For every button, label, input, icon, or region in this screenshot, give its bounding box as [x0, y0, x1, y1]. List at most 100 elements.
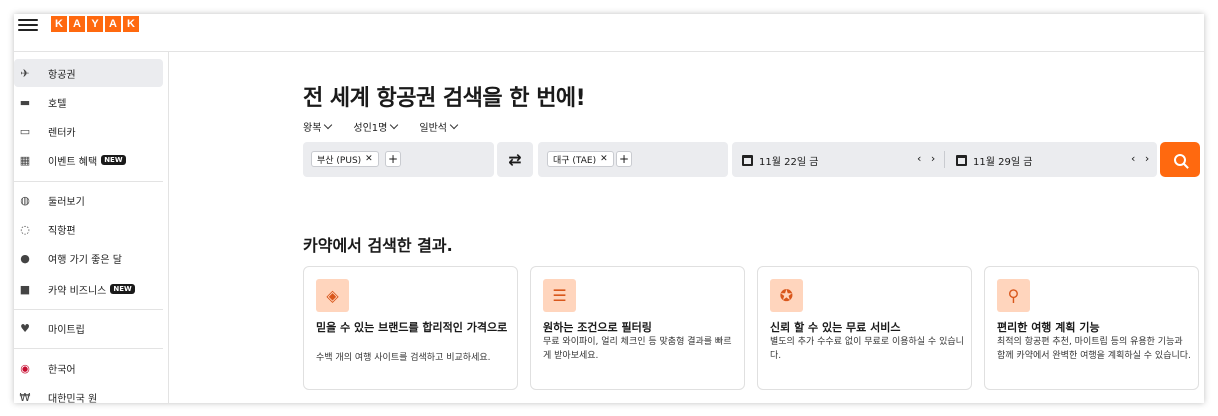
main-content: 전 세계 항공권 검색을 한 번에! 왕복 성인1명 일반석 부산 (PUS) …	[169, 52, 1204, 403]
feature-card: ✪ 신뢰 할 수 있는 무료 서비스 별도의 추가 수수료 없이 무료로 이용하…	[757, 266, 972, 390]
new-badge: NEW	[101, 155, 126, 165]
close-icon[interactable]: ✕	[365, 154, 373, 164]
card-title: 믿을 수 있는 브랜드를 합리적인 가격으로	[316, 321, 508, 334]
sidebar: ✈ 항공권 ▬ 호텔 ▭ 렌터카 ▦ 이벤트 혜택 NEW ◍ 둘러보기 ◌ 직…	[14, 52, 169, 403]
top-bar: K A Y A K	[14, 14, 1204, 52]
page-title: 전 세계 항공권 검색을 한 번에!	[303, 86, 586, 111]
date-field[interactable]: 11월 22일 금 ‹ › 11월 29일 금 ‹ ›	[732, 142, 1157, 177]
destination-chip-label: 대구 (TAE)	[553, 155, 597, 166]
logo-letter: K	[51, 16, 67, 32]
cabin-dropdown[interactable]: 일반석	[419, 119, 459, 134]
feature-card: ⚲ 편리한 여행 계획 기능 최적의 항공편 추천, 마이트립 등의 유용한 기…	[984, 266, 1199, 390]
heart-icon: ♥	[20, 321, 30, 335]
sidebar-item-trips[interactable]: ♥ 마이트립	[14, 314, 163, 342]
sidebar-item-cars[interactable]: ▭ 렌터카	[14, 117, 163, 145]
logo-letter: A	[69, 16, 85, 32]
return-date-arrows[interactable]: ‹ ›	[1131, 152, 1152, 165]
return-date-label: 11월 29일 금	[973, 157, 1033, 168]
section-title: 카약에서 검색한 결과.	[303, 236, 453, 255]
travelers-dropdown[interactable]: 성인1명	[353, 119, 399, 134]
calendar-icon	[742, 155, 753, 166]
date-divider	[944, 151, 945, 168]
sidebar-item-label: 호텔	[48, 98, 67, 110]
sidebar-item-hotels[interactable]: ▬ 호텔	[14, 88, 163, 116]
plane-icon: ✈	[20, 66, 30, 80]
destination-field[interactable]: 대구 (TAE) ✕ +	[538, 142, 728, 177]
currency-icon: ₩	[19, 390, 31, 404]
new-badge: NEW	[110, 284, 135, 294]
sidebar-item-label: 항공권	[48, 69, 76, 81]
depart-date[interactable]: 11월 22일 금	[742, 153, 818, 168]
trip-type-dropdown[interactable]: 왕복	[303, 119, 333, 134]
logo-letter: A	[105, 16, 121, 32]
sidebar-item-language[interactable]: ◉ 한국어	[14, 354, 163, 382]
cabin-label: 일반석	[419, 123, 447, 134]
sidebar-item-label: 이벤트 혜택	[48, 156, 98, 168]
logo-letter: K	[123, 16, 139, 32]
trip-type-label: 왕복	[303, 123, 322, 134]
chevron-down-icon	[449, 120, 459, 130]
destination-chip[interactable]: 대구 (TAE) ✕	[547, 151, 614, 167]
add-origin-button[interactable]: +	[385, 151, 401, 167]
sidebar-item-events[interactable]: ▦ 이벤트 혜택 NEW	[14, 146, 163, 174]
depart-date-label: 11월 22일 금	[759, 157, 819, 168]
sidebar-item-label: 마이트립	[48, 324, 85, 336]
globe-icon: ◍	[20, 193, 30, 207]
sidebar-item-explore[interactable]: ◍ 둘러보기	[14, 186, 163, 214]
sidebar-divider	[14, 181, 163, 182]
swap-button[interactable]: ⇄	[497, 142, 533, 177]
car-icon: ▭	[19, 124, 31, 138]
sidebar-item-label: 둘러보기	[48, 196, 85, 208]
close-icon[interactable]: ✕	[600, 154, 608, 164]
feature-card: ◈ 믿을 수 있는 브랜드를 합리적인 가격으로 수백 개의 여행 사이트를 검…	[303, 266, 518, 390]
bed-icon: ▬	[19, 95, 31, 109]
return-date[interactable]: 11월 29일 금	[956, 153, 1032, 168]
search-icon	[1174, 153, 1186, 166]
sidebar-item-label: 한국어	[48, 364, 76, 376]
card-title: 신뢰 할 수 있는 무료 서비스	[770, 321, 901, 334]
sidebar-item-label: 렌터카	[48, 127, 76, 139]
menu-icon[interactable]	[18, 17, 38, 33]
depart-date-arrows[interactable]: ‹ ›	[917, 152, 938, 165]
sidebar-item-flights[interactable]: ✈ 항공권	[14, 59, 163, 87]
direct-flight-icon: ◌	[20, 222, 30, 236]
kayak-logo[interactable]: K A Y A K	[51, 16, 139, 32]
card-title: 편리한 여행 계획 기능	[997, 321, 1100, 334]
map-pin-icon: ⚲	[997, 279, 1030, 312]
briefcase-icon: ■	[19, 282, 31, 296]
award-icon: ✪	[770, 279, 803, 312]
clock-icon: ●	[20, 251, 30, 265]
logo-letter: Y	[87, 16, 103, 32]
search-options: 왕복 성인1명 일반석	[303, 119, 459, 134]
add-destination-button[interactable]: +	[616, 151, 632, 167]
card-description: 별도의 추가 수수료 없이 무료로 이용하실 수 있습니다.	[770, 337, 964, 361]
korea-flag-icon: ◉	[20, 361, 30, 375]
sidebar-item-currency[interactable]: ₩ 대한민국 원	[14, 383, 163, 404]
origin-field[interactable]: 부산 (PUS) ✕ +	[303, 142, 494, 177]
search-button[interactable]	[1160, 142, 1200, 177]
sidebar-divider	[14, 348, 163, 349]
sidebar-item-label: 대한민국 원	[48, 393, 98, 404]
sidebar-item-direct[interactable]: ◌ 직항편	[14, 215, 163, 243]
feature-card: ☰ 원하는 조건으로 필터링 무료 와이파이, 얼리 체크인 등 맞춤형 결과를…	[530, 266, 745, 390]
card-description: 수백 개의 여행 사이트를 검색하고 비교하세요.	[316, 353, 491, 363]
origin-chip-label: 부산 (PUS)	[317, 155, 362, 166]
travelers-label: 성인1명	[353, 123, 388, 134]
sidebar-divider	[14, 309, 163, 310]
origin-chip[interactable]: 부산 (PUS) ✕	[311, 151, 379, 167]
sliders-icon: ☰	[543, 279, 576, 312]
calendar-icon: ▦	[19, 153, 31, 167]
sidebar-item-label: 직항편	[48, 225, 76, 237]
browser-frame: K A Y A K ✈ 항공권 ▬ 호텔 ▭ 렌터카 ▦ 이벤트 혜택 NEW …	[14, 14, 1204, 403]
chevron-down-icon	[324, 120, 333, 130]
sidebar-item-business[interactable]: ■ 카약 비즈니스 NEW	[14, 275, 163, 303]
chevron-down-icon	[390, 120, 399, 130]
calendar-icon	[956, 155, 967, 166]
sidebar-item-label: 카약 비즈니스	[48, 285, 107, 297]
card-description: 무료 와이파이, 얼리 체크인 등 맞춤형 결과를 빠르게 받아보세요.	[543, 337, 732, 361]
card-description: 최적의 항공편 추천, 마이트립 등의 유용한 기능과 함께 카약에서 완벽한 …	[997, 337, 1191, 361]
price-tag-icon: ◈	[316, 279, 349, 312]
sidebar-item-label: 여행 가기 좋은 달	[48, 254, 122, 266]
card-title: 원하는 조건으로 필터링	[543, 321, 652, 334]
sidebar-item-best-time[interactable]: ● 여행 가기 좋은 달	[14, 244, 163, 272]
